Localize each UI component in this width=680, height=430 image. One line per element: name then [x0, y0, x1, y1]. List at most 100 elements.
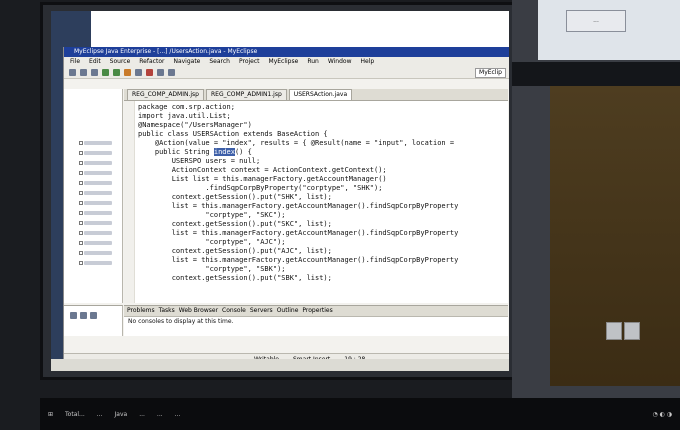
taskbar-item[interactable]: ...	[97, 411, 103, 418]
taskbar-item[interactable]: ...	[157, 411, 163, 418]
tree-item[interactable]	[84, 261, 112, 265]
code-line[interactable]: List list = this.managerFactory.getAccou…	[138, 175, 387, 184]
forward-icon[interactable]	[168, 69, 175, 76]
code-line[interactable]: package com.srp.action;	[138, 103, 235, 112]
server-icon[interactable]	[124, 69, 131, 76]
code-line[interactable]: list = this.managerFactory.getAccountMan…	[138, 229, 459, 238]
taskbar-item[interactable]: Total...	[65, 411, 85, 418]
back-icon[interactable]	[157, 69, 164, 76]
code-line[interactable]: import java.util.List;	[138, 112, 231, 121]
code-line[interactable]: list = this.managerFactory.getAccountMan…	[138, 202, 459, 211]
tree-expand-icon[interactable]	[79, 181, 83, 185]
debug-icon[interactable]	[102, 69, 109, 76]
run-icon[interactable]	[113, 69, 120, 76]
code-line[interactable]: list = this.managerFactory.getAccountMan…	[138, 256, 459, 265]
tree-expand-icon[interactable]	[79, 141, 83, 145]
tree-expand-icon[interactable]	[79, 211, 83, 215]
tab-properties[interactable]: Properties	[302, 306, 332, 316]
tree-expand-icon[interactable]	[79, 241, 83, 245]
taskbar-item[interactable]: ...	[175, 411, 181, 418]
filter-icon[interactable]	[80, 312, 87, 319]
start-button[interactable]: ⊞	[48, 411, 53, 418]
code-line[interactable]: ActionContext context = ActionContext.ge…	[138, 166, 387, 175]
code-line[interactable]: "corptype", "SKC");	[138, 211, 285, 220]
tree-item[interactable]	[84, 151, 112, 155]
tree-item[interactable]	[84, 241, 112, 245]
desktop-file-icon[interactable]	[606, 322, 622, 340]
panel-toolbar	[70, 312, 122, 319]
right-window-button[interactable]: ...	[566, 10, 626, 32]
code-line-selected[interactable]: public String index() {	[138, 148, 252, 157]
tree-expand-icon[interactable]	[79, 171, 83, 175]
code-line[interactable]: context.getSession().put("SKC", list);	[138, 220, 332, 229]
tree-item[interactable]	[84, 171, 112, 175]
tree-expand-icon[interactable]	[79, 201, 83, 205]
tree-item[interactable]	[84, 201, 112, 205]
code-line[interactable]: context.getSession().put("SBK", list);	[138, 274, 332, 283]
code-line[interactable]: context.getSession().put("SHK", list);	[138, 193, 332, 202]
menu-source[interactable]: Source	[110, 57, 131, 67]
code-line[interactable]: "corptype", "SBK");	[138, 265, 285, 274]
search-icon[interactable]	[135, 69, 142, 76]
tab-servers[interactable]: Servers	[250, 306, 273, 316]
code-area[interactable]: package com.srp.action; import java.util…	[124, 101, 508, 303]
tree-item[interactable]	[84, 211, 112, 215]
tree-item[interactable]	[84, 181, 112, 185]
screen: MyEclipse Java Enterprise - [...] /Users…	[51, 11, 509, 371]
save-icon[interactable]	[80, 69, 87, 76]
main-toolbar: MyEclip	[64, 67, 509, 79]
tab-reg-comp-admin1[interactable]: REG_COMP_ADMIN1.jsp	[205, 89, 287, 100]
tab-web-browser[interactable]: Web Browser	[179, 306, 218, 316]
tab-reg-comp-admin[interactable]: REG_COMP_ADMIN.jsp	[127, 89, 204, 100]
code-line[interactable]: @Namespace("/UsersManager")	[138, 121, 252, 130]
left-monitor: MyEclipse Java Enterprise - [...] /Users…	[40, 2, 520, 380]
tab-tasks[interactable]: Tasks	[159, 306, 175, 316]
taskbar-item[interactable]: ...	[139, 411, 145, 418]
tree-item[interactable]	[84, 161, 112, 165]
menu-file[interactable]: File	[70, 57, 80, 67]
tree-item[interactable]	[84, 231, 112, 235]
tree-expand-icon[interactable]	[79, 251, 83, 255]
tree-item[interactable]	[84, 221, 112, 225]
view-icon[interactable]	[70, 312, 77, 319]
stop-icon[interactable]	[146, 69, 153, 76]
code-line[interactable]: context.getSession().put("AJC", list);	[138, 247, 332, 256]
menu-search[interactable]: Search	[209, 57, 230, 67]
tree-expand-icon[interactable]	[79, 261, 83, 265]
menu-myeclipse[interactable]: MyEclipse	[269, 57, 299, 67]
new-icon[interactable]	[69, 69, 76, 76]
taskbar-item[interactable]: Java	[115, 411, 128, 418]
code-line[interactable]: public class USERSAction extends BaseAct…	[138, 130, 328, 139]
menu-navigate[interactable]: Navigate	[173, 57, 200, 67]
menu-edit[interactable]: Edit	[89, 57, 101, 67]
perspective-switcher[interactable]: MyEclip	[475, 67, 506, 78]
menu-run[interactable]: Run	[307, 57, 319, 67]
tab-outline[interactable]: Outline	[277, 306, 299, 316]
menu-window[interactable]: Window	[328, 57, 352, 67]
tree-item[interactable]	[84, 251, 112, 255]
code-line[interactable]: @Action(value = "index", results = { @Re…	[138, 139, 454, 148]
sync-icon[interactable]	[90, 312, 97, 319]
tree-item[interactable]	[84, 191, 112, 195]
tab-users-action[interactable]: USERSAction.java	[288, 89, 353, 100]
tree-expand-icon[interactable]	[79, 161, 83, 165]
code-line[interactable]: "corptype", "AJC");	[138, 238, 285, 247]
code-line[interactable]: .findSqpCorpByProperty("corptype", "SHK"…	[138, 184, 382, 193]
tree-item[interactable]	[84, 141, 112, 145]
system-tray[interactable]: ◔ ◐ ◑	[652, 411, 672, 418]
eclipse-window: MyEclipse Java Enterprise - [...] /Users…	[63, 47, 509, 371]
tree-expand-icon[interactable]	[79, 221, 83, 225]
menu-refactor[interactable]: Refactor	[139, 57, 164, 67]
tab-console[interactable]: Console	[222, 306, 246, 316]
tree-expand-icon[interactable]	[79, 151, 83, 155]
menu-help[interactable]: Help	[361, 57, 375, 67]
console-message: No consoles to display at this time.	[128, 318, 234, 325]
tree-expand-icon[interactable]	[79, 191, 83, 195]
left-bottom-panel	[64, 305, 123, 336]
code-line[interactable]: USERSPO users = null;	[138, 157, 261, 166]
menu-project[interactable]: Project	[239, 57, 260, 67]
desktop-file-icon[interactable]	[624, 322, 640, 340]
tree-expand-icon[interactable]	[79, 231, 83, 235]
print-icon[interactable]	[91, 69, 98, 76]
tab-problems[interactable]: Problems	[127, 306, 155, 316]
